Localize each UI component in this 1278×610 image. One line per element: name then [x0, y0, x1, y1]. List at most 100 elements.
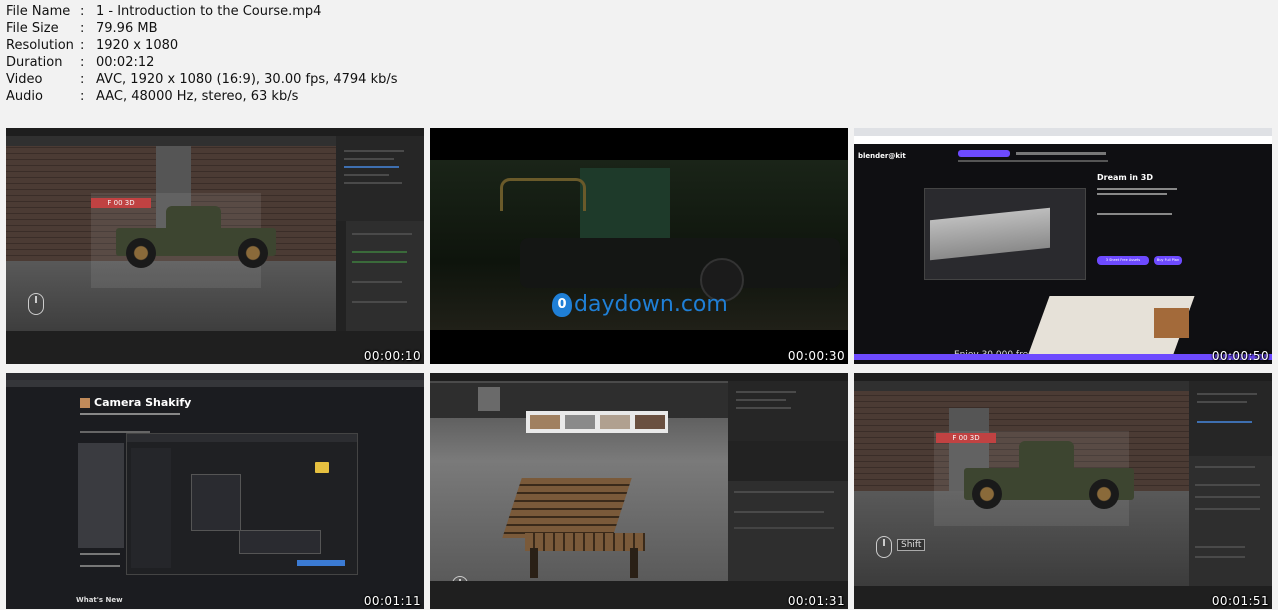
browser-address-bar[interactable]	[6, 380, 424, 387]
letterbox-bottom	[430, 330, 848, 364]
shift-key-indicator: Shift	[897, 539, 926, 551]
outliner-panel[interactable]	[336, 136, 424, 221]
info-value: 79.96 MB	[96, 21, 158, 36]
thumbnail-3[interactable]: blender@kit Dream in 3D 3 Sheet Free Ass…	[854, 128, 1272, 364]
properties-panel[interactable]	[728, 481, 848, 581]
room-furniture	[1154, 308, 1189, 338]
submenu[interactable]	[239, 530, 321, 554]
timestamp: 00:00:50	[1211, 349, 1269, 363]
info-key: File Size	[6, 21, 59, 36]
info-separator: :	[80, 38, 85, 53]
timeline[interactable]	[6, 331, 424, 364]
truck-wheel	[126, 238, 156, 268]
info-separator: :	[80, 21, 85, 36]
thumbnail-1[interactable]: F 00 3D 00:00:10	[6, 128, 424, 364]
bench-backrest	[502, 478, 632, 538]
hero-secondary-button[interactable]: Buy Full Plan	[1154, 256, 1182, 265]
addon-icon	[80, 398, 90, 408]
info-value: AAC, 48000 Hz, stereo, 63 kb/s	[96, 89, 299, 104]
info-separator: :	[80, 89, 85, 104]
blender-top-bar	[430, 373, 848, 381]
blender-top-bar	[854, 373, 1272, 381]
info-separator: :	[80, 72, 85, 87]
info-separator: :	[80, 4, 85, 19]
site-logo[interactable]: blender@kit	[858, 152, 906, 160]
file-manager-window[interactable]	[126, 433, 358, 575]
pipe	[500, 178, 586, 211]
thumbnail-4[interactable]: Camera Shakify What's New 00:01:11	[6, 373, 424, 609]
media-info: File Name : 1 - Introduction to the Cour…	[6, 3, 398, 105]
thumbnail-5[interactable]: 00:01:31	[430, 373, 848, 609]
letterbox-top	[430, 128, 848, 160]
blender-top-bar	[6, 128, 424, 136]
hero-text-line	[1097, 193, 1167, 195]
sidebar-image	[78, 443, 124, 548]
info-row-file-name: File Name : 1 - Introduction to the Cour…	[6, 3, 398, 20]
outliner-panel[interactable]	[728, 381, 848, 441]
folder-icon	[315, 462, 329, 473]
truck-silhouette	[520, 238, 840, 288]
body-text-line	[80, 553, 120, 555]
info-separator: :	[80, 55, 85, 70]
thumbnail-6[interactable]: F 00 3D Shift 00:01:51	[854, 373, 1272, 609]
info-key: Resolution	[6, 38, 74, 53]
screenshot-preview	[924, 188, 1086, 280]
info-key: Duration	[6, 55, 63, 70]
section-heading: What's New	[76, 596, 123, 604]
info-value: 00:02:12	[96, 55, 155, 70]
info-key: Audio	[6, 89, 43, 104]
asset-thumbnail[interactable]	[530, 415, 560, 429]
asset-thumbnail[interactable]	[600, 415, 630, 429]
bench-leg	[530, 548, 538, 578]
info-row-video: Video : AVC, 1920 x 1080 (16:9), 30.00 f…	[6, 71, 398, 88]
site-subnav[interactable]	[958, 160, 1108, 162]
asset-thumbnail[interactable]	[635, 415, 665, 429]
info-value: 1 - Introduction to the Course.mp4	[96, 4, 322, 19]
context-menu[interactable]	[191, 474, 241, 531]
site-nav[interactable]	[1016, 152, 1106, 155]
truck-cabin	[1019, 441, 1074, 469]
info-key: Video	[6, 72, 43, 87]
file-manager-sidebar[interactable]	[131, 448, 171, 568]
properties-panel[interactable]	[1189, 456, 1272, 586]
timeline[interactable]	[430, 581, 848, 609]
promo-banner[interactable]	[854, 354, 1272, 360]
mouse-icon	[28, 293, 44, 315]
page-subtitle	[80, 413, 180, 415]
truck-wheel	[238, 238, 268, 268]
hero-text-line	[1097, 213, 1172, 215]
timeline[interactable]	[854, 586, 1272, 609]
file-manager-titlebar	[127, 434, 357, 442]
properties-panel[interactable]	[346, 221, 424, 331]
hero-primary-button[interactable]: 3 Sheet Free Assets	[1097, 256, 1149, 265]
browser-tab-bar	[854, 128, 1272, 136]
outliner-panel[interactable]	[1189, 381, 1272, 456]
info-value: 1920 x 1080	[96, 38, 179, 53]
body-text-line	[80, 565, 120, 567]
truck-cabin	[166, 206, 221, 230]
watermark: 0 daydown.com	[552, 292, 728, 317]
timestamp: 00:00:30	[787, 349, 845, 363]
info-row-resolution: Resolution : 1920 x 1080	[6, 37, 398, 54]
asset-thumbnail[interactable]	[478, 387, 500, 411]
page-title: Camera Shakify	[94, 396, 192, 409]
save-button[interactable]	[297, 560, 345, 566]
timestamp: 00:00:10	[363, 349, 421, 363]
timestamp: 00:01:11	[363, 594, 421, 608]
hero-text-line	[1097, 188, 1177, 190]
info-key: File Name	[6, 4, 71, 19]
browser-address-bar[interactable]	[854, 136, 1272, 144]
info-row-file-size: File Size : 79.96 MB	[6, 20, 398, 37]
info-row-duration: Duration : 00:02:12	[6, 54, 398, 71]
thumbnail-2[interactable]: 0 daydown.com 00:00:30	[430, 128, 848, 364]
bench-seat	[525, 533, 645, 551]
mouse-icon	[876, 536, 892, 558]
asset-thumbnail[interactable]	[565, 415, 595, 429]
download-addon-button[interactable]	[958, 150, 1010, 157]
truck-wheel	[972, 479, 1002, 509]
timestamp: 00:01:31	[787, 594, 845, 608]
hero-title: Dream in 3D	[1097, 173, 1153, 182]
terrain-mesh	[930, 207, 1050, 261]
watermark-logo-icon: 0	[552, 292, 572, 317]
timestamp: 00:01:51	[1211, 594, 1269, 608]
